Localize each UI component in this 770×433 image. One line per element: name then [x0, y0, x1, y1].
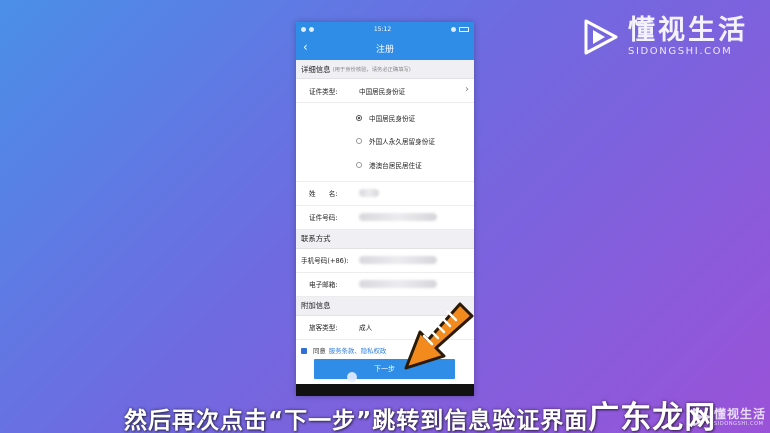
- section-title: 联系方式: [301, 234, 331, 243]
- play-logo-icon: [692, 408, 710, 426]
- phone-row[interactable]: 手机号码(+86):: [296, 249, 474, 273]
- section-hint: (用于身份核验，请务必正确填写): [332, 67, 411, 73]
- option-label: 外国人永久居留身份证: [369, 138, 435, 147]
- notification-icon: [301, 26, 306, 32]
- battery-icon: [458, 26, 469, 32]
- bottom-watermark: 懂视生活 SIDONGSHI.COM: [691, 407, 766, 427]
- id-number-label: 证件号码:: [309, 214, 338, 222]
- id-type-options: 中国居民身份证 外国人永久居留身份证 港澳台居民居住证: [296, 103, 474, 182]
- id-number-input-blurred[interactable]: [359, 213, 437, 221]
- wifi-icon: [450, 26, 456, 32]
- radio-icon[interactable]: [356, 161, 362, 168]
- status-right-icons: [450, 26, 469, 32]
- name-row[interactable]: 姓 名:: [296, 182, 474, 206]
- terms-link[interactable]: 服务条款、隐私权政: [329, 346, 387, 355]
- back-icon[interactable]: ‹: [303, 40, 308, 54]
- id-type-label: 证件类型:: [309, 87, 338, 96]
- chevron-right-icon: ›: [465, 84, 469, 95]
- watermark-name: 懂视生活: [713, 406, 766, 421]
- section-title: 附加信息: [301, 301, 331, 310]
- touch-indicator: [347, 372, 357, 382]
- play-logo-icon: [584, 19, 618, 54]
- brand-name: 懂视生活: [628, 15, 748, 46]
- id-option-foreign[interactable]: 外国人永久居留身份证: [296, 130, 474, 154]
- option-label: 中国居民身份证: [369, 114, 416, 123]
- phone-label: 手机号码(+86):: [301, 257, 349, 265]
- section-details-header: 详细信息 (用于身份核验，请务必正确填写): [296, 60, 474, 79]
- radio-icon[interactable]: [356, 138, 362, 145]
- name-label: 姓 名:: [309, 190, 338, 198]
- brand-watermark: 懂视生活 SIDONGSHI.COM: [580, 16, 748, 57]
- id-option-hk-macau-tw[interactable]: 港澳台居民居住证: [296, 153, 474, 177]
- checkbox-checked-icon[interactable]: [301, 347, 307, 354]
- email-label: 电子邮箱:: [309, 281, 338, 289]
- status-time: 15:12: [373, 25, 392, 33]
- option-label: 港澳台居民居住证: [369, 161, 422, 170]
- status-bar: 15:12: [296, 22, 474, 36]
- status-left-icons: [301, 26, 314, 32]
- caption-text: 然后再次点击“下一步”跳转到信息验证界面: [124, 408, 589, 433]
- phone-input-blurred[interactable]: [359, 256, 437, 264]
- nav-bar: ‹ 注册: [296, 36, 474, 60]
- agree-text: 同意: [313, 347, 326, 355]
- email-input-blurred[interactable]: [359, 280, 437, 288]
- notification-icon: [309, 26, 314, 32]
- pointer-arrow-icon: [404, 302, 474, 370]
- watermark-url: SIDONGSHI.COM: [713, 420, 764, 427]
- subtitle-caption: 然后再次点击“下一步”跳转到信息验证界面广东龙网: [124, 392, 716, 433]
- id-number-row[interactable]: 证件号码:: [296, 206, 474, 230]
- id-option-mainland[interactable]: 中国居民身份证: [296, 106, 474, 130]
- email-row[interactable]: 电子邮箱:: [296, 273, 474, 297]
- page-title: 注册: [375, 44, 394, 55]
- id-type-row[interactable]: 证件类型: 中国居民身份证 ›: [296, 79, 474, 103]
- section-contact-header: 联系方式: [296, 229, 474, 249]
- passenger-type-label: 旅客类型:: [309, 324, 338, 332]
- name-input-blurred[interactable]: [359, 189, 379, 197]
- brand-url: SIDONGSHI.COM: [628, 46, 733, 57]
- radio-selected-icon[interactable]: [356, 114, 362, 121]
- section-title: 详细信息: [301, 64, 331, 74]
- id-type-value: 中国居民身份证: [359, 87, 406, 96]
